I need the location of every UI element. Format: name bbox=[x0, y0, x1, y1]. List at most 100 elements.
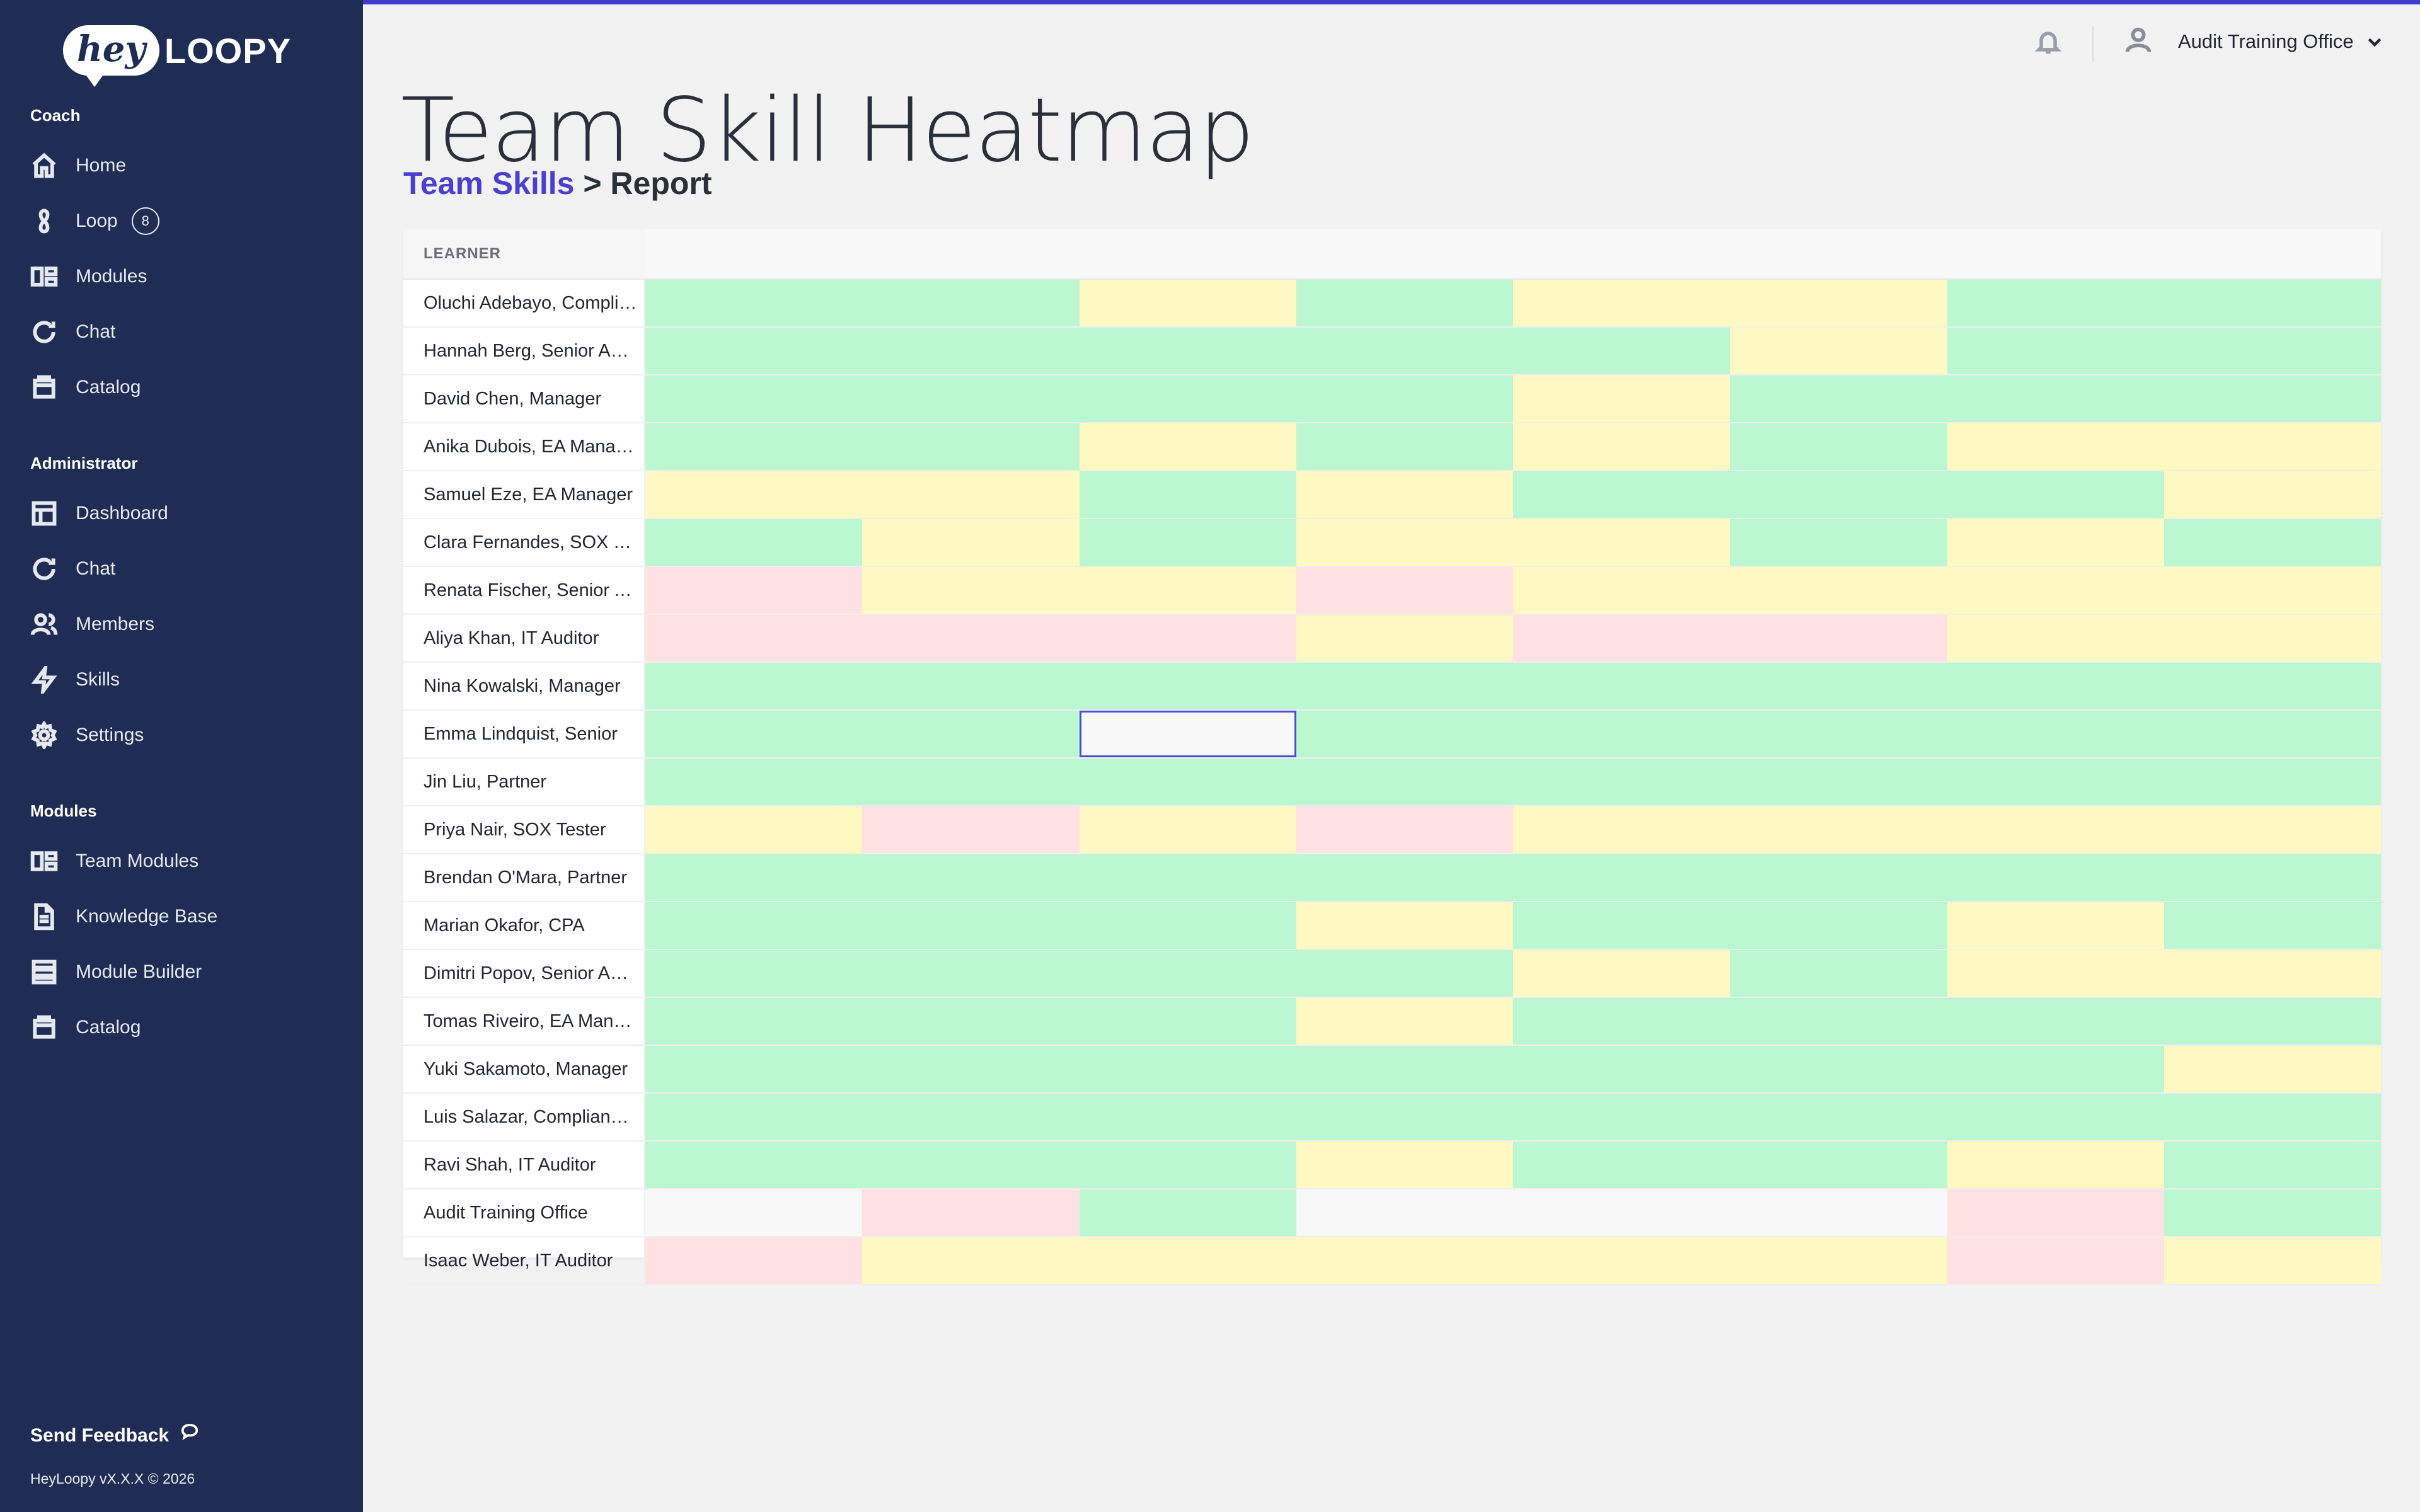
heatmap-cell[interactable] bbox=[1947, 854, 2164, 901]
heatmap-cell[interactable] bbox=[1947, 423, 2164, 470]
heatmap-cell[interactable] bbox=[862, 1142, 1080, 1188]
sidebar-item-modules-catalog[interactable]: Catalog bbox=[30, 1009, 345, 1046]
heatmap-cell[interactable] bbox=[1296, 519, 1513, 566]
heatmap-cell[interactable] bbox=[1513, 902, 1731, 949]
heatmap-cell[interactable] bbox=[1296, 1094, 1513, 1140]
heatmap-cell[interactable] bbox=[645, 1237, 863, 1284]
heatmap-cell[interactable] bbox=[645, 280, 863, 326]
sidebar-item-admin-chat[interactable]: Chat bbox=[30, 550, 345, 588]
sidebar-item-team-modules[interactable]: Team Modules bbox=[30, 842, 345, 880]
heatmap-cell[interactable] bbox=[2164, 1237, 2381, 1284]
heatmap-cell[interactable] bbox=[1513, 950, 1731, 997]
heatmap-cell[interactable] bbox=[1947, 1046, 2164, 1092]
heatmap-cell[interactable] bbox=[1079, 519, 1296, 566]
heatmap-cell[interactable] bbox=[1296, 759, 1513, 805]
heatmap-cell[interactable] bbox=[645, 567, 863, 614]
heatmap-cell[interactable] bbox=[1079, 759, 1296, 805]
learner-name[interactable]: Nina Kowalski, Manager bbox=[424, 663, 638, 709]
heatmap-cell[interactable] bbox=[2164, 1189, 2381, 1236]
heatmap-cell[interactable] bbox=[1296, 615, 1513, 662]
heatmap-cell[interactable] bbox=[645, 950, 863, 997]
heatmap-cell[interactable] bbox=[645, 1046, 863, 1092]
heatmap-cell[interactable] bbox=[1730, 998, 1947, 1045]
learner-name[interactable]: Emma Lindquist, Senior bbox=[424, 711, 638, 757]
heatmap-cell[interactable] bbox=[645, 519, 863, 566]
learner-name[interactable]: Priya Nair, SOX Tester bbox=[424, 806, 638, 853]
learner-name[interactable]: David Chen, Manager bbox=[424, 375, 638, 422]
heatmap-cell[interactable] bbox=[1296, 902, 1513, 949]
heatmap-cell[interactable] bbox=[1730, 854, 1947, 901]
heatmap-cell[interactable] bbox=[1513, 567, 1731, 614]
learner-name[interactable]: Marian Okafor, CPA bbox=[424, 902, 638, 949]
heatmap-cell[interactable] bbox=[1947, 1237, 2164, 1284]
heatmap-cell[interactable] bbox=[1947, 1189, 2164, 1236]
heatmap-cell[interactable] bbox=[645, 375, 863, 422]
sidebar-item-settings[interactable]: Settings bbox=[30, 716, 345, 754]
learner-name[interactable]: Aliya Khan, IT Auditor bbox=[424, 615, 638, 662]
heatmap-cell[interactable] bbox=[862, 471, 1080, 518]
heatmap-cell[interactable] bbox=[1079, 711, 1296, 757]
heatmap-cell[interactable] bbox=[1730, 519, 1947, 566]
heatmap-cell[interactable] bbox=[1513, 1189, 1731, 1236]
learner-name[interactable]: Samuel Eze, EA Manager bbox=[424, 471, 638, 518]
heatmap-cell[interactable] bbox=[1730, 375, 1947, 422]
heatmap-cell[interactable] bbox=[862, 423, 1080, 470]
sidebar-item-chat[interactable]: Chat bbox=[30, 313, 345, 351]
heatmap-cell[interactable] bbox=[645, 663, 863, 709]
heatmap-cell[interactable] bbox=[1296, 1142, 1513, 1188]
heatmap-cell[interactable] bbox=[1513, 615, 1731, 662]
heatmap-cell[interactable] bbox=[1730, 1237, 1947, 1284]
heatmap-cell[interactable] bbox=[862, 328, 1080, 374]
heatmap-cell[interactable] bbox=[1730, 759, 1947, 805]
heatmap-cell[interactable] bbox=[1947, 1142, 2164, 1188]
heatmap-cell[interactable] bbox=[1947, 328, 2164, 374]
heatmap-cell[interactable] bbox=[1730, 663, 1947, 709]
heatmap-cell[interactable] bbox=[645, 1189, 863, 1236]
heatmap-cell[interactable] bbox=[1730, 1094, 1947, 1140]
heatmap-cell[interactable] bbox=[2164, 280, 2381, 326]
heatmap-cell[interactable] bbox=[1730, 902, 1947, 949]
heatmap-cell[interactable] bbox=[862, 759, 1080, 805]
learner-name[interactable]: Audit Training Office bbox=[424, 1189, 638, 1236]
sidebar-item-skills[interactable]: Skills bbox=[30, 661, 345, 699]
heatmap-cell[interactable] bbox=[862, 1237, 1080, 1284]
heatmap-cell[interactable] bbox=[2164, 950, 2381, 997]
heatmap-cell[interactable] bbox=[1079, 1189, 1296, 1236]
heatmap-cell[interactable] bbox=[1947, 806, 2164, 853]
heatmap-cell[interactable] bbox=[1513, 280, 1731, 326]
heatmap-cell[interactable] bbox=[645, 711, 863, 757]
heatmap-cell[interactable] bbox=[645, 806, 863, 853]
sidebar-item-modules[interactable]: Modules bbox=[30, 258, 345, 295]
heatmap-cell[interactable] bbox=[2164, 519, 2381, 566]
heatmap-cell[interactable] bbox=[2164, 615, 2381, 662]
heatmap-cell[interactable] bbox=[2164, 854, 2381, 901]
learner-column-header[interactable]: LEARNER bbox=[424, 229, 501, 278]
heatmap-cell[interactable] bbox=[862, 280, 1080, 326]
heatmap-cell[interactable] bbox=[1947, 998, 2164, 1045]
sidebar-item-home[interactable]: Home bbox=[30, 147, 345, 185]
send-feedback-button[interactable]: Send Feedback bbox=[30, 1424, 199, 1446]
heatmap-cell[interactable] bbox=[1513, 1237, 1731, 1284]
heatmap-cell[interactable] bbox=[1947, 950, 2164, 997]
heatmap-cell[interactable] bbox=[645, 328, 863, 374]
heatmap-cell[interactable] bbox=[1947, 567, 2164, 614]
sidebar-item-catalog[interactable]: Catalog bbox=[30, 369, 345, 406]
heatmap-cell[interactable] bbox=[1513, 423, 1731, 470]
heatmap-cell[interactable] bbox=[645, 423, 863, 470]
heatmap-cell[interactable] bbox=[1513, 471, 1731, 518]
heatmap-cell[interactable] bbox=[1730, 328, 1947, 374]
learner-name[interactable]: Clara Fernandes, SOX Tester bbox=[424, 519, 638, 566]
heatmap-cell[interactable] bbox=[1079, 1142, 1296, 1188]
heatmap-cell[interactable] bbox=[645, 471, 863, 518]
heatmap-cell[interactable] bbox=[645, 854, 863, 901]
heatmap-cell[interactable] bbox=[1947, 280, 2164, 326]
org-switcher[interactable]: Audit Training Office bbox=[2124, 25, 2384, 57]
heatmap-cell[interactable] bbox=[1730, 711, 1947, 757]
heatmap-cell[interactable] bbox=[645, 615, 863, 662]
heatmap-cell[interactable] bbox=[645, 998, 863, 1045]
heatmap-cell[interactable] bbox=[862, 902, 1080, 949]
heatmap-cell[interactable] bbox=[862, 806, 1080, 853]
heatmap-cell[interactable] bbox=[1079, 998, 1296, 1045]
heatmap-cell[interactable] bbox=[2164, 663, 2381, 709]
learner-name[interactable]: Renata Fischer, Senior Auditor bbox=[424, 567, 638, 614]
